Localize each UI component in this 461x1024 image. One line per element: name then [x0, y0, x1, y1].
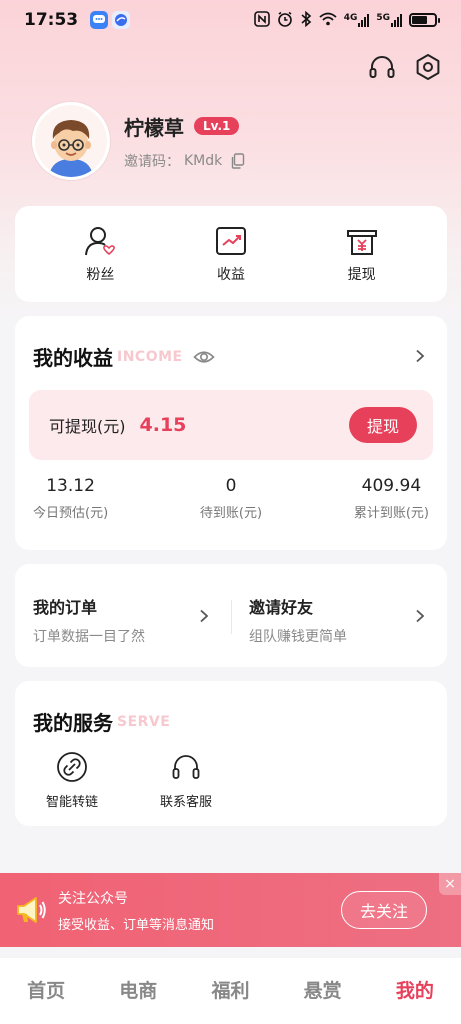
earnings-label: 收益: [216, 267, 245, 283]
stat-label: 今日预估(元): [33, 506, 109, 521]
banner-title: 关注公众号: [58, 890, 128, 907]
nfc-icon: [253, 10, 270, 30]
fans-label: 粉丝: [86, 267, 115, 283]
withdraw-shortcut-button[interactable]: 提现: [322, 224, 402, 284]
wifi-icon: [319, 12, 337, 29]
signal-bars-icon: [358, 13, 370, 27]
network-5g-label: 5G: [376, 13, 390, 23]
earnings-button[interactable]: 收益: [191, 224, 271, 284]
invite-friends-subtitle: 组队赚钱更简单: [249, 629, 347, 645]
nav-welfare[interactable]: 福利: [200, 976, 260, 1003]
stat-label: 累计到账(元): [353, 506, 429, 521]
stat-value: 13.12: [46, 476, 95, 496]
customer-service-button[interactable]: 联系客服: [149, 751, 223, 810]
banner-text: 关注公众号 接受收益、订单等消息通知: [58, 888, 214, 933]
income-subtitle: INCOME: [117, 348, 183, 365]
quick-actions-card: 粉丝 收益 提现: [15, 206, 447, 302]
chat-app-icon: [90, 11, 109, 29]
battery-icon: [409, 13, 440, 27]
level-badge: Lv.1: [194, 117, 240, 135]
stat-total-received: 409.94 累计到账(元): [354, 476, 429, 521]
earnings-chart-icon: [215, 227, 246, 255]
header-actions: [367, 52, 443, 82]
stat-value: 0: [225, 476, 237, 496]
signal-5g: 5G: [376, 13, 402, 27]
services-card: 我的服务 SERVE 智能转链 联系客服: [15, 681, 447, 826]
services-list: 智能转链 联系客服: [35, 751, 223, 810]
status-indicators: 4G 5G: [253, 10, 440, 30]
bottom-nav: 首页 电商 福利 悬赏 我的: [0, 958, 461, 1024]
settings-hexagon-icon[interactable]: [413, 52, 443, 82]
signal-bars-icon: [391, 13, 402, 27]
banner-subtitle: 接受收益、订单等消息通知: [58, 917, 215, 933]
nav-home[interactable]: 首页: [16, 976, 76, 1003]
follow-button[interactable]: 去关注: [341, 891, 427, 929]
nav-ecommerce[interactable]: 电商: [108, 976, 168, 1003]
headset-icon[interactable]: [367, 52, 397, 82]
profile-header: 柠檬草 Lv.1 邀请码： KMdk: [32, 102, 246, 180]
withdrawable-label: 可提现(元): [49, 417, 126, 436]
close-icon[interactable]: ×: [439, 873, 461, 895]
smart-link-label: 智能转链: [45, 795, 98, 810]
status-time: 17:53: [24, 10, 79, 30]
smart-link-button[interactable]: 智能转链: [35, 751, 109, 810]
nav-mine[interactable]: 我的: [385, 976, 445, 1003]
withdraw-shortcut-label: 提现: [347, 267, 376, 283]
profile-info: 柠檬草 Lv.1 邀请码： KMdk: [124, 112, 246, 171]
withdraw-icon: [346, 230, 377, 255]
chevron-right-icon[interactable]: [413, 348, 427, 363]
chevron-right-icon: [197, 608, 211, 623]
browser-app-icon: [112, 11, 131, 29]
withdrawable-amount: 4.15: [139, 414, 187, 436]
withdraw-button[interactable]: 提现: [349, 407, 417, 443]
bluetooth-icon: [300, 10, 312, 30]
status-bar: 17:53 4G 5G: [0, 0, 461, 40]
eye-icon[interactable]: [192, 346, 215, 368]
headset-icon: [172, 755, 200, 779]
fans-button[interactable]: 粉丝: [60, 224, 140, 284]
stat-value: 409.94: [361, 476, 422, 496]
invite-code-label: 邀请码：: [124, 153, 180, 170]
battery-fill: [412, 16, 428, 24]
services-title-row: 我的服务 SERVE: [33, 707, 170, 736]
user-name: 柠檬草: [124, 115, 184, 140]
name-row: 柠檬草 Lv.1: [124, 112, 246, 141]
signal-4g: 4G: [344, 13, 370, 27]
services-subtitle: SERVE: [117, 713, 171, 730]
invite-code-row: 邀请码： KMdk: [124, 151, 246, 171]
orders-invite-card: 我的订单 订单数据一目了然 邀请好友 组队赚钱更简单: [15, 564, 447, 667]
alarm-icon: [277, 11, 293, 30]
avatar[interactable]: [32, 102, 110, 180]
income-title: 我的收益: [33, 346, 113, 370]
link-icon: [57, 752, 87, 782]
withdrawable-panel: 可提现(元) 4.15 提现: [29, 390, 433, 460]
income-stats: 13.12 今日预估(元) 0 待到账(元) 409.94 累计到账(元): [15, 476, 447, 521]
megaphone-icon: [14, 893, 48, 927]
follow-account-banner: 关注公众号 接受收益、订单等消息通知 去关注 ×: [0, 873, 461, 947]
copy-icon[interactable]: [230, 152, 246, 169]
stat-today-estimate: 13.12 今日预估(元): [33, 476, 108, 521]
network-4g-label: 4G: [343, 13, 358, 23]
income-card: 我的收益 INCOME 可提现(元) 4.15 提现 13.12 今日预估(元)…: [15, 316, 447, 550]
stat-label: 待到账(元): [199, 506, 263, 521]
nav-bounty[interactable]: 悬赏: [293, 976, 353, 1003]
services-title: 我的服务: [33, 711, 113, 735]
stat-pending: 0 待到账(元): [200, 476, 262, 521]
my-orders-subtitle: 订单数据一目了然: [33, 629, 145, 645]
invite-code-value: KMdk: [184, 152, 223, 169]
fans-icon: [85, 227, 116, 256]
income-title-row[interactable]: 我的收益 INCOME: [33, 342, 215, 371]
customer-service-label: 联系客服: [159, 795, 212, 810]
chevron-right-icon: [413, 608, 427, 623]
